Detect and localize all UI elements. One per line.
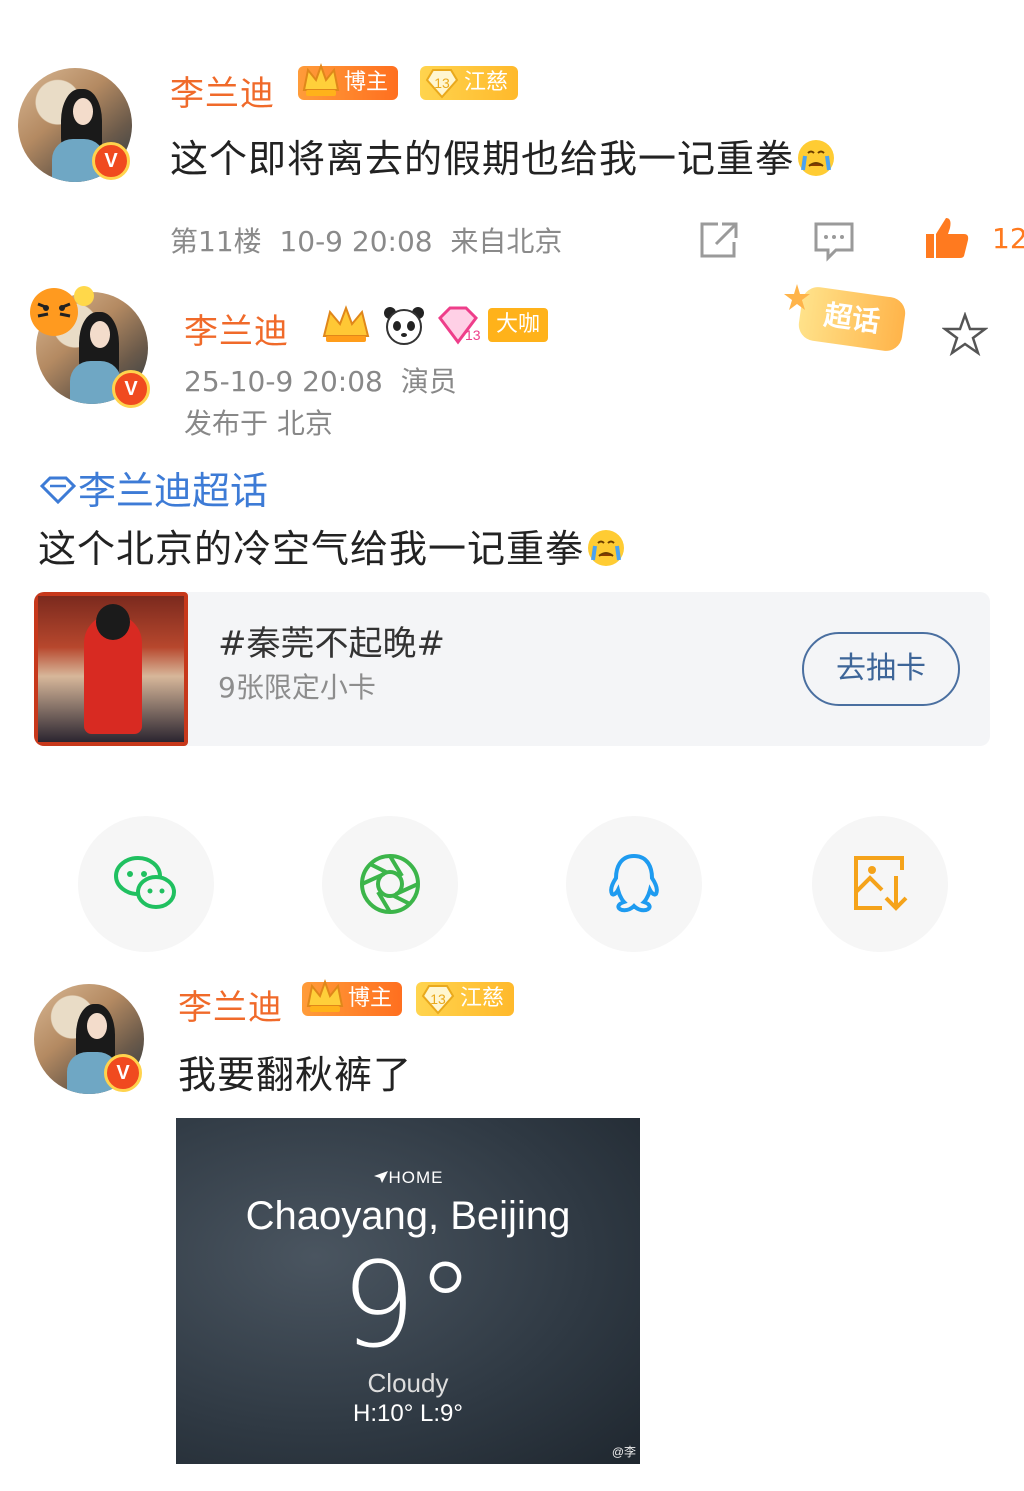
big-shot-badge: 大咖 [488,308,549,342]
weibo-watermark: @李 [611,1445,636,1459]
verified-v-icon: V [104,1054,142,1092]
like-count: 12 [992,222,1024,255]
comment-location: 来自北京 [450,225,563,258]
author-name[interactable]: 李兰迪 [178,980,283,1029]
comment-icon[interactable] [812,220,856,262]
svg-text:13: 13 [434,75,450,91]
share-moments-button[interactable] [322,816,458,952]
like-icon[interactable] [922,214,972,262]
weather-condition: Cloudy [367,1368,449,1398]
comment-meta: 第11楼 10-9 20:08 来自北京 [170,220,562,260]
location-arrow-icon [373,1171,388,1183]
fan-level-badge[interactable]: 13 江慈 [420,66,519,100]
promo-subtitle: 9张限定小卡 [218,671,376,704]
share-qq-button[interactable] [566,816,702,952]
save-image-button[interactable] [812,816,948,952]
svg-text:13: 13 [430,991,446,1007]
moments-icon [360,854,420,914]
save-image-icon [854,856,908,911]
svg-text:13: 13 [465,327,480,343]
weather-home-label: HOME [176,1168,640,1188]
floor-number: 第11楼 [170,225,262,258]
author-name[interactable]: 李兰迪 [170,66,275,115]
role-badge-label: 博主 [348,986,393,1011]
post-time: 25-10-9 20:08 演员 [184,365,457,398]
comment-text: 我要翻秋裤了 [178,1053,413,1097]
crying-emoji-icon [798,140,835,176]
fan-level-label: 江慈 [464,70,509,95]
level-heart-icon: 13 [421,985,455,1015]
role-badge-label: 博主 [344,70,389,95]
supertopic-diamond-icon [39,476,77,505]
verified-v-icon: V [112,370,150,408]
tiger-avatar-frame-icon [30,286,94,336]
crown-icon [306,979,344,1012]
promo-title: #秦莞不起晚# [218,624,445,664]
role-badge[interactable]: 博主 [302,979,403,1016]
verified-v-icon: V [92,142,130,180]
crown-badge-icon [322,305,370,342]
weather-high-low: H:10° L:9° [353,1400,463,1427]
post-role: 演员 [400,365,457,398]
weather-screenshot-image[interactable]: HOME Chaoyang, Beijing 9° Cloudy H:10° L… [176,1118,640,1464]
comment-text: 这个即将离去的假期也给我一记重拳 [170,128,836,183]
fan-level-label: 江慈 [460,986,505,1011]
supertopic-link[interactable]: 李兰迪超话 [38,460,268,515]
weather-temperature: 9° [340,1236,476,1374]
promo-card[interactable]: #秦莞不起晚# 9张限定小卡 去抽卡 [34,592,990,746]
role-badge[interactable]: 博主 [298,63,399,100]
level-heart-icon: 13 [425,69,459,99]
post-author-name[interactable]: 李兰迪 [184,304,289,353]
fan-level-badge[interactable]: 13 江慈 [416,982,515,1016]
share-wechat-button[interactable] [78,816,214,952]
crown-icon [302,63,340,96]
crying-emoji-icon [588,530,625,566]
share-out-icon[interactable] [698,220,742,260]
promo-thumbnail [34,592,188,746]
post-location: 发布于 北京 [184,407,333,440]
favorite-star-icon[interactable] [942,312,988,356]
qq-icon [609,853,659,913]
wechat-icon [114,856,176,909]
fan-level-diamond-icon: 13 [438,306,480,345]
weather-city: Chaoyang, Beijing [245,1194,571,1238]
comment-time: 10-9 20:08 [279,225,433,258]
panda-icon [384,307,424,345]
sticker-star-icon [784,284,810,310]
post-text: 这个北京的冷空气给我一记重拳 [38,518,626,573]
draw-card-button[interactable]: 去抽卡 [802,632,960,706]
